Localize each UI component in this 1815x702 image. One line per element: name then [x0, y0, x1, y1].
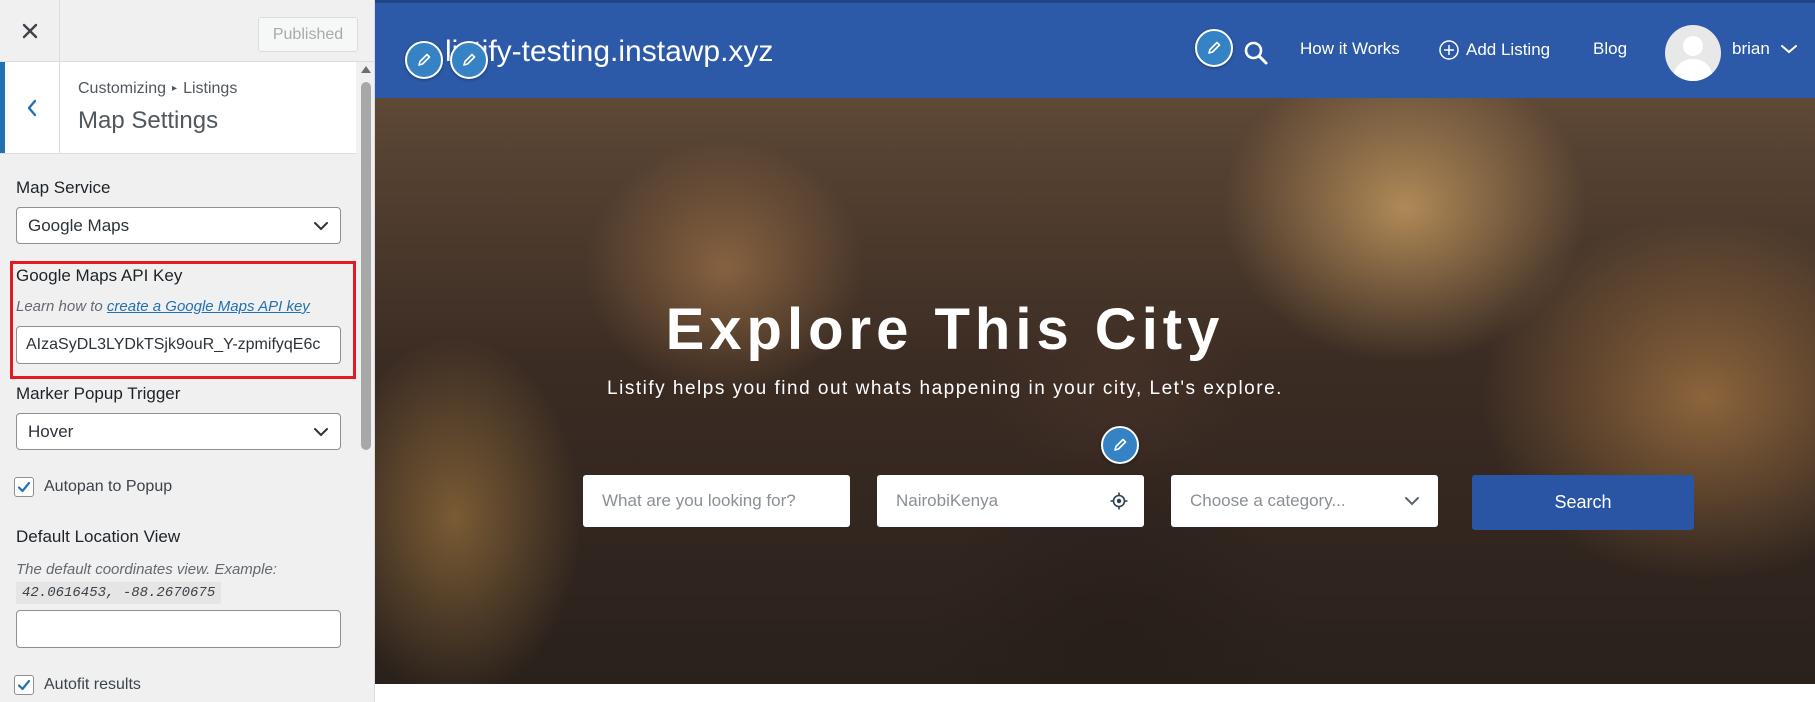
search-icon[interactable]: [1243, 40, 1269, 66]
user-silhouette-icon: [1673, 36, 1713, 81]
marker-popup-select[interactable]: Hover: [16, 413, 341, 450]
api-key-label: Google Maps API Key: [16, 266, 183, 285]
edit-shortcut-title[interactable]: [405, 41, 443, 79]
default-location-input[interactable]: [16, 610, 341, 648]
category-select[interactable]: Choose a category...: [1171, 475, 1438, 527]
pencil-icon: [1208, 41, 1221, 54]
site-header: listify-testing.instawp.xyz How it Works: [375, 0, 1815, 98]
close-icon: [22, 23, 37, 39]
default-location-description: The default coordinates view. Example: 4…: [16, 561, 336, 604]
map-service-select[interactable]: Google Maps: [16, 207, 341, 244]
customizer-header: Published: [0, 0, 374, 62]
nav-add-listing-label: Add Listing: [1466, 40, 1551, 59]
site-preview: listify-testing.instawp.xyz How it Works: [375, 0, 1815, 702]
pencil-icon: [418, 53, 431, 66]
create-api-key-link[interactable]: create a Google Maps API key: [107, 298, 310, 315]
nav-add-listing[interactable]: Add Listing: [1438, 39, 1550, 61]
breadcrumb-parent: Customizing: [78, 80, 167, 97]
chevron-down-icon: [314, 222, 328, 231]
user-menu[interactable]: brian: [1732, 39, 1798, 59]
hero-section: Explore This City Listify helps you find…: [375, 98, 1815, 684]
autofit-label: Autofit results: [44, 676, 141, 693]
search-button[interactable]: Search: [1472, 475, 1694, 530]
breadcrumb-separator: ▸: [172, 83, 178, 94]
chevron-down-icon: [1780, 45, 1797, 54]
avatar[interactable]: [1665, 25, 1721, 81]
autopan-label: Autopan to Popup: [44, 478, 173, 495]
back-button[interactable]: [0, 62, 60, 153]
default-location-example: 42.0616453, -88.2670675: [16, 582, 222, 604]
hero-title: Explore This City: [665, 297, 1225, 362]
nav-blog[interactable]: Blog: [1593, 39, 1627, 59]
section-header: Customizing ▸ Listings Map Settings: [0, 62, 356, 154]
locate-me-icon[interactable]: [1110, 492, 1128, 510]
location-input[interactable]: NairobiKenya: [877, 475, 1144, 527]
map-service-value: Google Maps: [28, 215, 130, 235]
edit-shortcut-menu[interactable]: [1195, 29, 1233, 67]
scrollbar-thumb[interactable]: [361, 82, 371, 450]
chevron-down-icon: [314, 428, 328, 437]
plus-circle-icon: [1439, 40, 1459, 60]
api-key-description: Learn how to create a Google Maps API ke…: [16, 298, 310, 315]
autopan-row: Autopan to Popup: [14, 477, 172, 497]
close-button[interactable]: [0, 0, 60, 62]
checkmark-icon: [17, 481, 31, 493]
marker-popup-value: Hover: [28, 421, 74, 441]
section-title: Map Settings: [78, 107, 219, 134]
nav-how-it-works[interactable]: How it Works: [1300, 39, 1400, 59]
scroll-up-arrow-icon[interactable]: [361, 66, 371, 73]
autofit-row: Autofit results: [14, 675, 141, 695]
user-name: brian: [1732, 39, 1770, 58]
edit-shortcut-tagline[interactable]: [450, 41, 488, 79]
keyword-placeholder: What are you looking for?: [602, 491, 796, 510]
marker-popup-label: Marker Popup Trigger: [16, 384, 181, 403]
site-title[interactable]: listify-testing.instawp.xyz: [445, 35, 773, 69]
chevron-left-icon: [27, 99, 37, 116]
autopan-checkbox[interactable]: [14, 477, 34, 497]
breadcrumb-section: Listings: [183, 80, 238, 97]
map-service-label: Map Service: [16, 178, 111, 197]
location-value: NairobiKenya: [896, 491, 999, 510]
scrollbar[interactable]: [358, 62, 374, 702]
customizer-panel: Published Customizing ▸ Listings Map Setti…: [0, 0, 375, 702]
api-key-description-text: Learn how to: [16, 298, 107, 315]
chevron-down-icon: [1405, 497, 1419, 506]
checkmark-icon: [17, 679, 31, 691]
edit-shortcut-hero[interactable]: [1101, 426, 1139, 464]
default-location-label: Default Location View: [16, 527, 181, 546]
hero-subtitle: Listify helps you find out whats happeni…: [607, 378, 1283, 399]
api-key-input[interactable]: [16, 326, 341, 364]
published-button[interactable]: Published: [258, 17, 358, 52]
default-location-description-text: The default coordinates view. Example:: [16, 561, 277, 578]
autofit-checkbox[interactable]: [14, 675, 34, 695]
breadcrumb: Customizing ▸ Listings: [78, 80, 237, 98]
category-placeholder: Choose a category...: [1190, 491, 1346, 510]
keyword-search-input[interactable]: What are you looking for?: [583, 475, 850, 527]
pencil-icon: [1114, 438, 1127, 451]
pencil-icon: [463, 53, 476, 66]
